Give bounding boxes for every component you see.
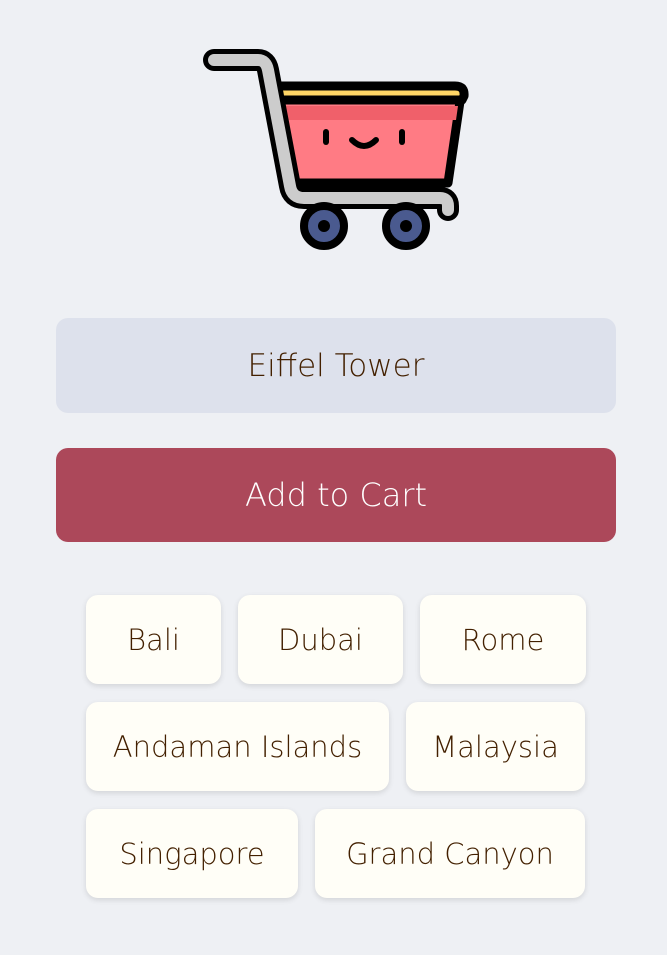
list-item-grand-canyon[interactable]: Grand Canyon [315, 809, 585, 898]
shopping-list-app: Add to Cart Bali Dubai Rome Andaman Isla… [0, 0, 667, 955]
list-item-malaysia[interactable]: Malaysia [406, 702, 585, 791]
shopping-list-row: Bali Dubai Rome [86, 595, 586, 684]
shopping-list-row: Andaman Islands Malaysia [86, 702, 586, 791]
add-to-cart-button[interactable]: Add to Cart [56, 448, 616, 542]
item-input[interactable] [56, 318, 616, 413]
list-item-rome[interactable]: Rome [420, 595, 586, 684]
shopping-cart-icon [203, 49, 469, 250]
list-item-dubai[interactable]: Dubai [238, 595, 403, 684]
list-item-andaman-islands[interactable]: Andaman Islands [86, 702, 389, 791]
shopping-list: Bali Dubai Rome Andaman Islands Malaysia… [86, 595, 586, 916]
list-item-bali[interactable]: Bali [86, 595, 221, 684]
shopping-list-row: Singapore Grand Canyon [86, 809, 586, 898]
list-item-singapore[interactable]: Singapore [86, 809, 298, 898]
